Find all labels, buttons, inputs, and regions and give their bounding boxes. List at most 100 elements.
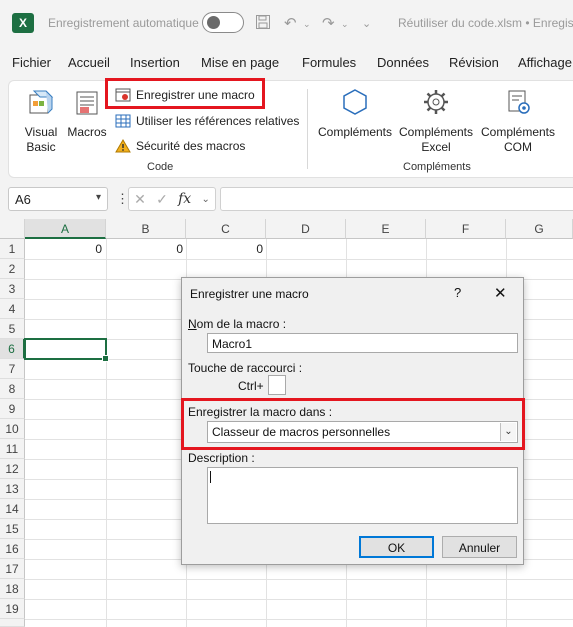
customize-toolbar-icon[interactable]: ⌄ (362, 17, 371, 30)
description-textarea[interactable] (207, 467, 518, 524)
row-header-11[interactable]: 11 (0, 439, 25, 459)
row-header-18[interactable]: 18 (0, 579, 25, 599)
tab-formules[interactable]: Formules (302, 55, 356, 70)
insert-function-icon[interactable]: fx (178, 191, 191, 207)
row-header-10[interactable]: 10 (0, 419, 25, 439)
row-header-9[interactable]: 9 (0, 399, 25, 419)
relative-references-button[interactable]: Utiliser les références relatives (115, 114, 299, 128)
visual-basic-label-2: Basic (26, 140, 56, 154)
function-dropdown-icon[interactable]: ⌄ (201, 194, 209, 205)
autosave-toggle[interactable] (202, 12, 244, 33)
column-header-g[interactable]: G (506, 219, 573, 239)
macros-icon (65, 87, 109, 121)
tab-accueil[interactable]: Accueil (68, 55, 110, 70)
row-header-3[interactable]: 3 (0, 279, 25, 299)
cancel-button[interactable]: Annuler (442, 536, 517, 558)
macro-security-label: Sécurité des macros (136, 139, 246, 153)
com-addins-button[interactable]: Compléments COM (479, 87, 557, 155)
macro-security-button[interactable]: Sécurité des macros (115, 139, 245, 153)
grid-line (25, 259, 573, 260)
macro-name-input[interactable]: Macro1 (207, 333, 518, 353)
row-header-8[interactable]: 8 (0, 379, 25, 399)
column-header-e[interactable]: E (346, 219, 426, 239)
excel-addins-label-2: Excel (421, 140, 451, 154)
check-icon[interactable]: ✓ (156, 191, 168, 208)
selected-cell-a6[interactable] (24, 338, 109, 362)
save-icon[interactable] (255, 14, 271, 34)
column-header-b[interactable]: B (106, 219, 186, 239)
row-header-2[interactable]: 2 (0, 259, 25, 279)
shortcut-key-input[interactable] (268, 375, 286, 395)
tab-donnees[interactable]: Données (377, 55, 429, 70)
row-header-17[interactable]: 17 (0, 559, 25, 579)
tab-insertion[interactable]: Insertion (130, 55, 180, 70)
shortcut-label: Touche de raccourci : (188, 361, 303, 375)
visual-basic-icon (19, 87, 63, 121)
dialog-title: Enregistrer une macro (190, 287, 309, 301)
text-cursor (210, 471, 211, 483)
row-header-7[interactable]: 7 (0, 359, 25, 379)
store-in-highlight (181, 398, 525, 450)
tab-fichier[interactable]: Fichier (12, 55, 51, 70)
close-icon[interactable]: ✕ (494, 284, 507, 302)
gear-icon (397, 87, 475, 121)
undo-dropdown-icon[interactable]: ⌄ (303, 19, 311, 30)
column-header-f[interactable]: F (426, 219, 506, 239)
tab-revision[interactable]: Révision (449, 55, 499, 70)
redo-icon[interactable]: ↷ (322, 14, 335, 32)
com-addins-label-2: COM (504, 140, 532, 154)
excel-icon[interactable]: X (12, 13, 34, 33)
menu-bar: Fichier Accueil Insertion Mise en page F… (0, 50, 573, 76)
column-header-a[interactable]: A (25, 219, 106, 239)
formula-input[interactable] (220, 187, 573, 211)
row-header-19[interactable]: 19 (0, 599, 25, 619)
column-header-d[interactable]: D (266, 219, 346, 239)
redo-dropdown-icon[interactable]: ⌄ (341, 19, 349, 30)
ribbon-separator (307, 89, 308, 169)
formula-bar: A6 ▾ ⋮ ✕ ✓ fx ⌄ (0, 186, 573, 214)
visual-basic-button[interactable]: Visual Basic (19, 87, 63, 155)
ribbon: Visual Basic Macros Enregistrer une macr… (8, 80, 573, 178)
row-header-20[interactable] (0, 619, 25, 627)
code-group-label: Code (147, 161, 174, 173)
addins-label: Compléments (317, 125, 393, 139)
row-header-16[interactable]: 16 (0, 539, 25, 559)
cell-c1[interactable]: 0 (187, 242, 263, 256)
ctrl-prefix: Ctrl+ (238, 379, 264, 393)
excel-addins-button[interactable]: Compléments Excel (397, 87, 475, 155)
undo-icon[interactable]: ↶ (284, 14, 297, 32)
row-header-14[interactable]: 14 (0, 499, 25, 519)
row-header-4[interactable]: 4 (0, 299, 25, 319)
record-macro-highlight (105, 78, 265, 109)
column-header-c[interactable]: C (186, 219, 266, 239)
grid-line (25, 619, 573, 620)
name-box[interactable]: A6 ▾ (8, 187, 108, 211)
row-header-12[interactable]: 12 (0, 459, 25, 479)
macros-button[interactable]: Macros (65, 87, 109, 140)
macros-label: Macros (67, 125, 107, 139)
warning-icon (115, 139, 131, 153)
select-all-corner[interactable] (0, 219, 25, 239)
relative-references-label: Utiliser les références relatives (136, 114, 300, 128)
relative-references-icon (115, 114, 131, 128)
visual-basic-label-1: Visual (24, 125, 58, 139)
tab-affichage[interactable]: Affichage (518, 55, 572, 70)
excel-addins-label-1: Compléments (398, 125, 474, 139)
row-header-5[interactable]: 5 (0, 319, 25, 339)
cell-b1[interactable]: 0 (107, 242, 183, 256)
autosave-label: Enregistrement automatique (48, 16, 199, 30)
macro-name-label-text: om de la macro : (196, 317, 287, 331)
row-header-13[interactable]: 13 (0, 479, 25, 499)
row-header-15[interactable]: 15 (0, 519, 25, 539)
grid-line (25, 599, 573, 600)
cancel-icon[interactable]: ✕ (134, 191, 146, 208)
com-addins-icon (479, 87, 557, 121)
help-button[interactable]: ? (454, 285, 461, 300)
cell-a1[interactable]: 0 (26, 242, 102, 256)
tab-mise-en-page[interactable]: Mise en page (201, 55, 279, 70)
macro-name-label: Nom de la macro : (188, 317, 287, 331)
row-header-1[interactable]: 1 (0, 239, 25, 259)
addins-button[interactable]: Compléments (317, 87, 393, 140)
ok-button[interactable]: OK (359, 536, 434, 558)
row-header-6[interactable]: 6 (0, 339, 25, 359)
